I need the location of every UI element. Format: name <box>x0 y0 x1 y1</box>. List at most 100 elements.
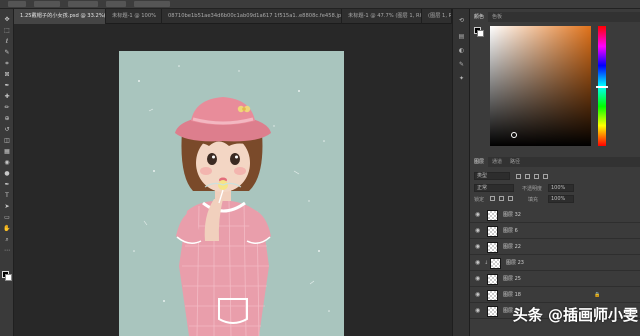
eyedropper-tool[interactable]: ✒ <box>3 83 11 89</box>
doc-tab-label: 1.25戴帽子的小女孩.psd @ 33.2%(RGB/8) <box>20 13 106 19</box>
layer-name: 图层 18 <box>503 292 521 298</box>
tools-panel: ✥ ⬚ ℓ ✎ ⌗ ⊠ ✒ ✚ ✏ ⊕ ↺ ◫ ▦ ◉ ● ✒ T ➤ ▭ ✋ … <box>0 9 14 336</box>
watermark: 头条 @插画师小雯 <box>496 302 638 328</box>
edit-toolbar[interactable]: ⋯ <box>3 248 11 254</box>
tab-color[interactable]: 颜色 <box>470 12 489 22</box>
layer-name: 图层 23 <box>506 260 524 266</box>
background-color-chip[interactable] <box>477 30 484 37</box>
type-filter-icon[interactable] <box>534 174 539 179</box>
options-control[interactable] <box>34 1 60 7</box>
layer-kind-filter[interactable]: 类型 <box>474 172 510 180</box>
history-icon[interactable]: ⟲ <box>457 17 466 24</box>
eye-icon[interactable]: ◉ <box>475 292 480 298</box>
layer-thumbnail <box>487 210 498 221</box>
lock-transparent-icon[interactable] <box>490 196 495 201</box>
brush-tool[interactable]: ✏ <box>3 105 11 111</box>
eye-icon[interactable]: ◉ <box>475 244 480 250</box>
layer-row[interactable]: ◉ 图层 22 <box>470 240 640 255</box>
doc-tab[interactable]: (图层 1, RGB/8) × <box>422 9 452 24</box>
clone-stamp-tool[interactable]: ⊕ <box>3 116 11 122</box>
paths-icon[interactable]: ✦ <box>457 75 466 82</box>
tab-paths[interactable]: 路径 <box>506 157 524 167</box>
gradient-tool[interactable]: ▦ <box>3 149 11 155</box>
doc-tab-label: (图层 1, RGB/8) <box>428 13 452 19</box>
hue-slider-handle[interactable] <box>596 86 608 88</box>
adjustments-icon[interactable]: ◐ <box>457 47 466 54</box>
layer-row[interactable]: ◉ 图层 32 <box>470 208 640 223</box>
shape-filter-icon[interactable] <box>543 174 548 179</box>
doc-tab[interactable]: 未标题-1 @ 47.7% (图层 1, RGB/8) × <box>342 9 422 24</box>
color-panel-swatches <box>474 27 484 39</box>
color-panel-tabs: 颜色 色板 <box>470 12 640 22</box>
background-color-swatch[interactable] <box>5 274 12 281</box>
eye-icon[interactable]: ◉ <box>475 260 480 266</box>
tab-channels[interactable]: 通道 <box>488 157 506 167</box>
adjustment-filter-icon[interactable] <box>525 174 530 179</box>
options-control[interactable] <box>106 1 126 7</box>
zoom-tool[interactable]: ⌕ <box>3 237 11 243</box>
eye-icon[interactable]: ◉ <box>475 228 480 234</box>
eye-icon[interactable]: ◉ <box>475 308 480 314</box>
marquee-tool[interactable]: ⬚ <box>3 28 11 34</box>
doc-tab[interactable]: 1.25戴帽子的小女孩.psd @ 33.2%(RGB/8) × <box>14 9 106 24</box>
fill-field[interactable]: 100% <box>548 195 574 203</box>
options-control[interactable] <box>134 1 170 7</box>
layer-name: 图层 22 <box>503 244 521 250</box>
eraser-tool[interactable]: ◫ <box>3 138 11 144</box>
layer-row[interactable]: ◉ 图层 6 <box>470 224 640 239</box>
crop-tool[interactable]: ⌗ <box>3 61 11 67</box>
document-tabs: 1.25戴帽子的小女孩.psd @ 33.2%(RGB/8) × 未标题-1 @… <box>14 9 452 24</box>
eye-icon[interactable]: ◉ <box>475 276 480 282</box>
color-field[interactable] <box>490 26 591 146</box>
layer-row[interactable]: ◉ 图层 18 🔒 <box>470 288 640 303</box>
layer-name: 图层 25 <box>503 276 521 282</box>
move-tool[interactable]: ✥ <box>3 17 11 23</box>
layers-panel-tabs: 图层 通道 路径 <box>470 157 640 167</box>
watermark-text: 头条 @插画师小雯 <box>512 306 638 324</box>
doc-tab[interactable]: 08710be1b51ae34d6b00c1ab09d1a617 1f515a1… <box>162 9 342 24</box>
options-bar <box>0 0 640 9</box>
options-control[interactable] <box>8 1 26 7</box>
pen-tool[interactable]: ✒ <box>3 182 11 188</box>
lasso-tool[interactable]: ℓ <box>3 39 11 45</box>
photoshop-window: 1.25戴帽子的小女孩.psd @ 33.2%(RGB/8) × 未标题-1 @… <box>0 0 640 336</box>
blend-mode-select[interactable]: 正常 <box>474 184 514 192</box>
options-control[interactable] <box>68 1 98 7</box>
layer-thumbnail <box>487 226 498 237</box>
lock-icon: 🔒 <box>594 292 601 298</box>
lock-label: 锁定 <box>474 197 485 203</box>
color-picker-ring[interactable] <box>511 132 517 138</box>
brush-settings-icon[interactable]: ✎ <box>457 61 466 68</box>
hand-tool[interactable]: ✋ <box>3 226 11 232</box>
collapsed-panels-strip: ⟲ ▤ ◐ ✎ ✦ <box>452 9 470 336</box>
healing-tool[interactable]: ✚ <box>3 94 11 100</box>
doc-tab-label: 未标题-1 @ 47.7% (图层 1, RGB/8) <box>348 13 421 19</box>
rectangle-tool[interactable]: ▭ <box>3 215 11 221</box>
layer-thumbnail <box>487 274 498 285</box>
canvas-area[interactable] <box>14 24 452 336</box>
blur-tool[interactable]: ◉ <box>3 160 11 166</box>
girl-illustration <box>119 51 344 336</box>
frame-tool[interactable]: ⊠ <box>3 72 11 78</box>
dodge-tool[interactable]: ● <box>3 171 11 177</box>
properties-icon[interactable]: ▤ <box>457 33 466 40</box>
doc-tab[interactable]: 未标题-1 @ 100% × <box>106 9 162 24</box>
opacity-field[interactable]: 100% <box>548 184 574 192</box>
layer-row[interactable]: ◉ ↓ 图层 23 <box>470 256 640 271</box>
lock-image-icon[interactable] <box>499 196 504 201</box>
right-panels: 颜色 色板 图层 通道 路径 类型 正常 不透明度 100% 锁定 填充 100… <box>470 9 640 336</box>
path-select-tool[interactable]: ➤ <box>3 204 11 210</box>
tab-layers[interactable]: 图层 <box>470 157 489 167</box>
doc-tab-label: 未标题-1 @ 100% <box>112 13 157 19</box>
doc-tab-label: 08710be1b51ae34d6b00c1ab09d1a617 1f515a1… <box>168 13 342 19</box>
artwork-canvas[interactable] <box>119 51 344 336</box>
lock-position-icon[interactable] <box>508 196 513 201</box>
history-brush-tool[interactable]: ↺ <box>3 127 11 133</box>
tab-swatches[interactable]: 色板 <box>488 12 506 22</box>
quick-select-tool[interactable]: ✎ <box>3 50 11 56</box>
type-tool[interactable]: T <box>3 193 11 199</box>
layer-row[interactable]: ◉ 图层 25 <box>470 272 640 287</box>
pixel-filter-icon[interactable] <box>516 174 521 179</box>
eye-icon[interactable]: ◉ <box>475 212 480 218</box>
layer-name: 图层 32 <box>503 212 521 218</box>
